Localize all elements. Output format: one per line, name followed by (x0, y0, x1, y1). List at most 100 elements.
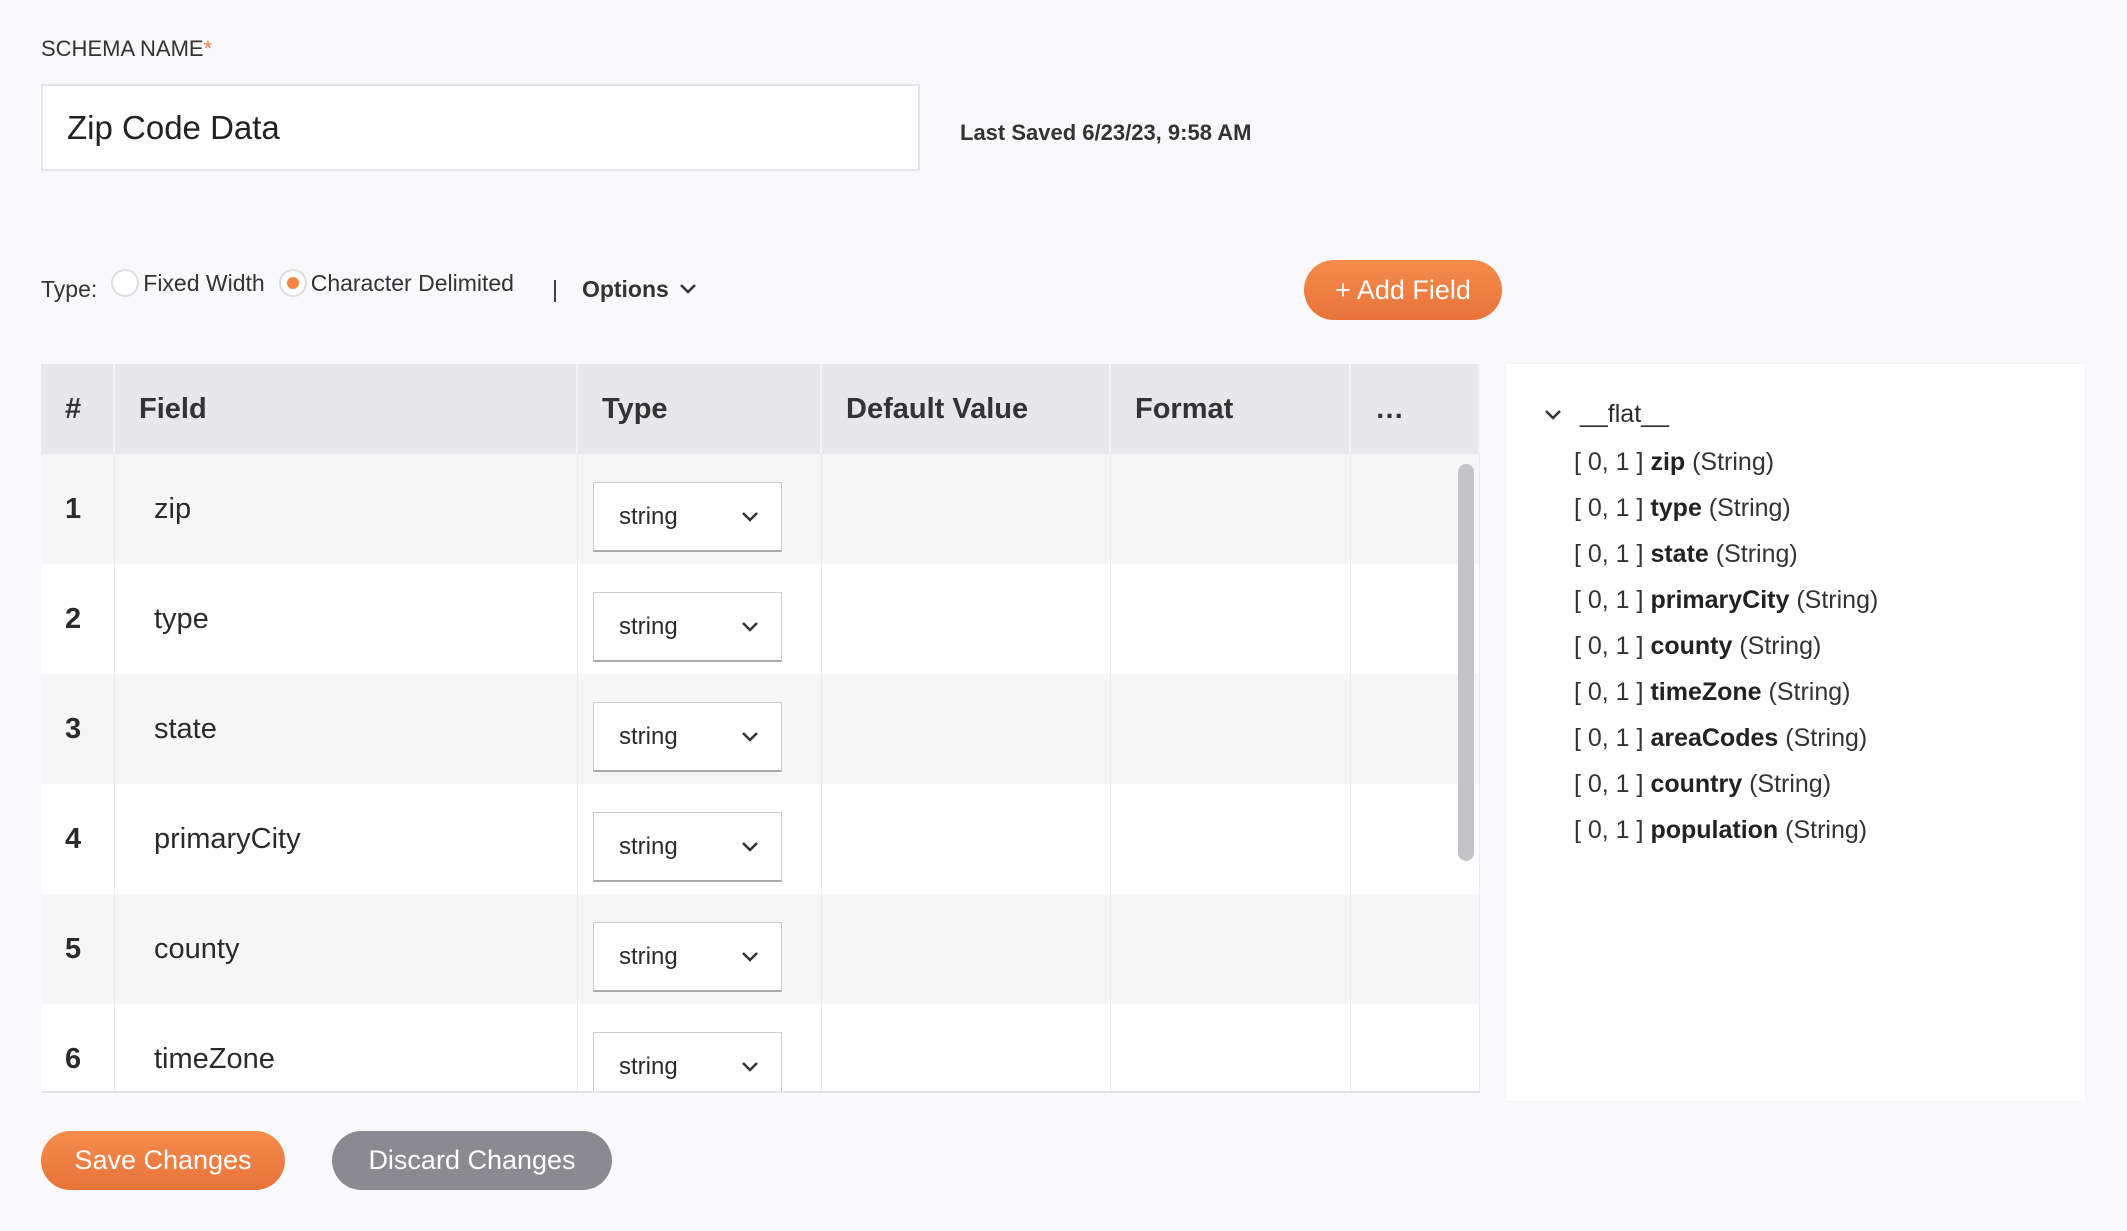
default-value-cell[interactable] (822, 784, 1111, 894)
chevron-down-icon (742, 841, 758, 852)
type-select[interactable]: string (593, 812, 782, 882)
format-cell[interactable] (1111, 674, 1351, 784)
type-select[interactable]: string (593, 592, 782, 662)
type-select-value: string (619, 832, 678, 860)
row-actions-cell[interactable] (1351, 894, 1480, 1004)
tree-field-name: type (1650, 494, 1702, 522)
field-name-cell[interactable]: type (115, 564, 578, 674)
chevron-down-icon (742, 951, 758, 962)
table-row[interactable]: 1 zip string (41, 454, 1480, 564)
format-cell[interactable] (1111, 454, 1351, 564)
table-header: # Field Type Default Value Format … (41, 364, 1480, 454)
tree-field-name: country (1650, 770, 1743, 798)
tree-item[interactable]: [ 0, 1 ] primaryCity (String) (1574, 586, 1878, 615)
tree-field-type: (String) (1739, 632, 1822, 660)
tree-field-type: (String) (1715, 540, 1798, 568)
header-field: Field (115, 364, 578, 454)
discard-changes-button[interactable]: Discard Changes (332, 1131, 612, 1190)
type-select-value: string (619, 1052, 678, 1080)
table-row[interactable]: 2 type string (41, 564, 1480, 674)
row-number: 1 (41, 454, 115, 564)
tree-item[interactable]: [ 0, 1 ] zip (String) (1574, 448, 1774, 477)
radio-label-fixed-width[interactable]: Fixed Width (143, 270, 264, 297)
tree-item[interactable]: [ 0, 1 ] timeZone (String) (1574, 678, 1850, 707)
row-actions-cell[interactable] (1351, 1004, 1480, 1091)
table-row[interactable]: 6 timeZone string (41, 1004, 1480, 1091)
header-format: Format (1111, 364, 1351, 454)
type-select-value: string (619, 502, 678, 530)
cardinality: [ 0, 1 ] (1574, 448, 1644, 476)
tree-field-type: (String) (1768, 678, 1851, 706)
row-number: 6 (41, 1004, 115, 1091)
type-select-value: string (619, 722, 678, 750)
chevron-down-icon[interactable] (1544, 409, 1562, 421)
table-scrollbar[interactable] (1458, 464, 1474, 861)
save-changes-button[interactable]: Save Changes (41, 1131, 285, 1190)
tree-field-type: (String) (1749, 770, 1832, 798)
table-row[interactable]: 4 primaryCity string (41, 784, 1480, 894)
type-select[interactable]: string (593, 1032, 782, 1091)
tree-field-type: (String) (1785, 724, 1868, 752)
row-number: 5 (41, 894, 115, 1004)
default-value-cell[interactable] (822, 564, 1111, 674)
type-select[interactable]: string (593, 922, 782, 992)
format-cell[interactable] (1111, 894, 1351, 1004)
cardinality: [ 0, 1 ] (1574, 816, 1644, 844)
tree-item[interactable]: [ 0, 1 ] state (String) (1574, 540, 1798, 569)
field-name-cell[interactable]: timeZone (115, 1004, 578, 1091)
type-cell: string (578, 1004, 822, 1091)
type-select[interactable]: string (593, 702, 782, 772)
default-value-cell[interactable] (822, 894, 1111, 1004)
add-field-button[interactable]: + Add Field (1304, 260, 1502, 320)
type-cell: string (578, 454, 822, 564)
type-label: Type: (41, 275, 98, 302)
format-cell[interactable] (1111, 784, 1351, 894)
radio-fixed-width[interactable] (111, 269, 140, 297)
chevron-down-icon (679, 284, 696, 294)
tree-field-name: county (1650, 632, 1733, 660)
field-name-cell[interactable]: zip (115, 454, 578, 564)
tree-root-label: __flat__ (1580, 400, 1669, 428)
format-cell[interactable] (1111, 1004, 1351, 1091)
tree-item[interactable]: [ 0, 1 ] type (String) (1574, 494, 1791, 523)
header-type: Type (578, 364, 822, 454)
separator: | (551, 275, 558, 302)
chevron-down-icon (742, 731, 758, 742)
tree-field-name: zip (1650, 448, 1686, 476)
cardinality: [ 0, 1 ] (1574, 632, 1644, 660)
last-saved-text: Last Saved 6/23/23, 9:58 AM (960, 120, 1252, 145)
row-number: 2 (41, 564, 115, 674)
table-row[interactable]: 3 state string (41, 674, 1480, 784)
schema-name-input[interactable] (41, 84, 920, 171)
type-cell: string (578, 564, 822, 674)
cardinality: [ 0, 1 ] (1574, 724, 1644, 752)
header-more-menu[interactable]: … (1351, 364, 1480, 454)
header-number: # (41, 364, 115, 454)
radio-label-character-delimited[interactable]: Character Delimited (311, 270, 514, 297)
schema-name-label: SCHEMA NAME* (41, 36, 212, 62)
tree-field-name: primaryCity (1650, 586, 1790, 614)
tree-field-type: (String) (1796, 586, 1879, 614)
table-row[interactable]: 5 county string (41, 894, 1480, 1004)
format-cell[interactable] (1111, 564, 1351, 674)
row-number: 4 (41, 784, 115, 894)
tree-item[interactable]: [ 0, 1 ] county (String) (1574, 632, 1821, 661)
options-dropdown[interactable]: Options (582, 276, 697, 303)
field-name-cell[interactable]: county (115, 894, 578, 1004)
options-label: Options (581, 275, 669, 302)
field-name-cell[interactable]: state (115, 674, 578, 784)
type-select-value: string (619, 942, 678, 970)
default-value-cell[interactable] (822, 454, 1111, 564)
cardinality: [ 0, 1 ] (1574, 540, 1644, 568)
tree-item[interactable]: [ 0, 1 ] areaCodes (String) (1574, 724, 1867, 753)
field-name-cell[interactable]: primaryCity (115, 784, 578, 894)
cardinality: [ 0, 1 ] (1574, 770, 1644, 798)
tree-root[interactable]: __flat__ (1544, 400, 1669, 429)
radio-character-delimited[interactable] (278, 269, 307, 297)
default-value-cell[interactable] (822, 674, 1111, 784)
tree-item[interactable]: [ 0, 1 ] country (String) (1574, 770, 1831, 799)
type-select[interactable]: string (593, 482, 782, 552)
type-cell: string (578, 674, 822, 784)
tree-item[interactable]: [ 0, 1 ] population (String) (1574, 816, 1867, 845)
default-value-cell[interactable] (822, 1004, 1111, 1091)
